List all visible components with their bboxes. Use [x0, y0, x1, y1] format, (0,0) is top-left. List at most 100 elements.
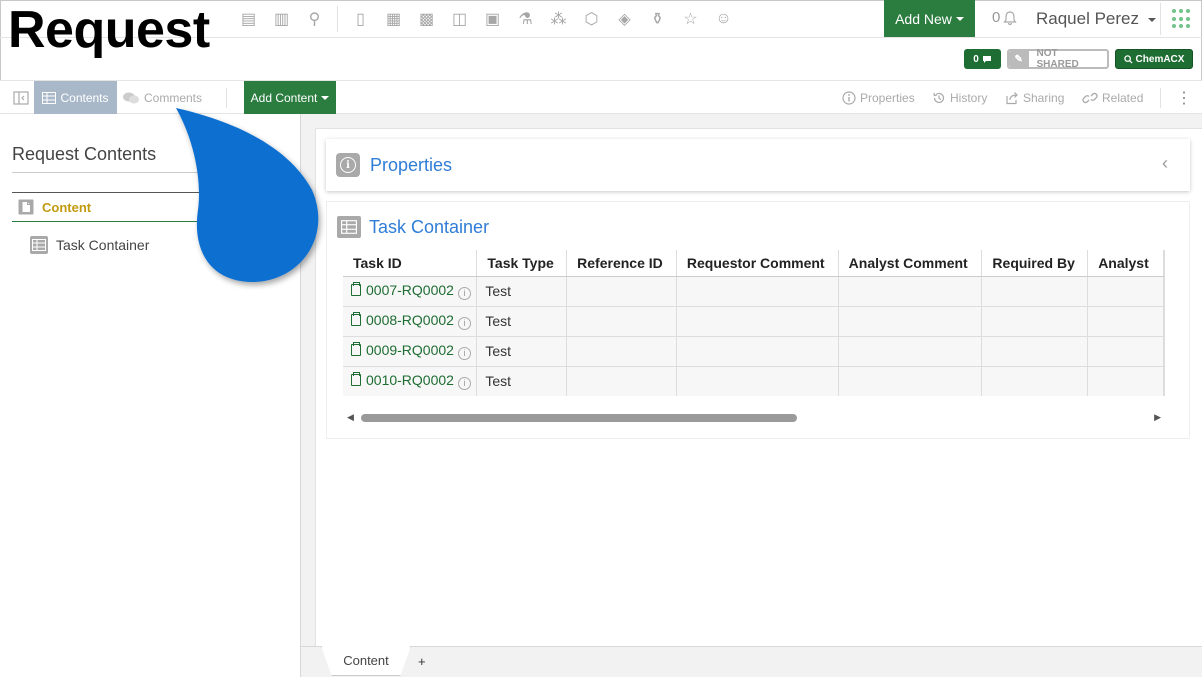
info-icon: i: [336, 153, 360, 177]
properties-link[interactable]: Properties: [842, 81, 915, 114]
request-icon[interactable]: ▣: [476, 6, 509, 32]
hexagon-icon[interactable]: ⬡: [575, 6, 608, 32]
related-link[interactable]: Related: [1082, 81, 1143, 114]
add-new-button[interactable]: Add New: [884, 0, 975, 37]
task-id-cell[interactable]: 0010-RQ0002 i: [343, 366, 478, 396]
apps-grid-icon[interactable]: [1172, 9, 1192, 29]
toggle-panel-button[interactable]: [10, 81, 32, 114]
task-id-link[interactable]: 0009-RQ0002: [366, 342, 454, 358]
notification-count: 0: [992, 9, 1001, 26]
column-header[interactable]: Required By: [981, 250, 1089, 277]
info-icon[interactable]: i: [457, 376, 471, 390]
table-row[interactable]: 0007-RQ0002 i Test: [343, 276, 1164, 307]
column-header[interactable]: Requestor Comment: [676, 250, 839, 277]
user-name: Raquel Perez: [1036, 9, 1140, 28]
tree-item-label: Content: [42, 199, 92, 215]
chart-icon[interactable]: ▥: [265, 6, 298, 32]
caret-down-icon: [321, 95, 330, 100]
reference-id-cell: [566, 276, 677, 307]
requestor-comment-cell: [676, 306, 839, 337]
task-id-link[interactable]: 0008-RQ0002: [366, 312, 454, 328]
tree-item-task-container[interactable]: Task Container: [30, 236, 149, 254]
search-icon[interactable]: ⚲: [298, 6, 331, 32]
bell-icon: [1003, 10, 1018, 25]
table-header-row: Task ID Task Type Reference ID Requestor…: [343, 250, 1164, 277]
scrollbar-thumb[interactable]: [361, 414, 797, 422]
related-label: Related: [1102, 90, 1144, 105]
table-icon: [42, 91, 57, 104]
column-header[interactable]: Analyst: [1087, 250, 1164, 277]
comments-icon: [123, 92, 139, 103]
info-icon[interactable]: i: [457, 316, 471, 330]
notifications[interactable]: 0: [992, 9, 1018, 26]
users-icon[interactable]: ☺: [707, 6, 740, 32]
history-link[interactable]: History: [932, 81, 987, 114]
molecule-icon[interactable]: ⁂: [542, 6, 575, 32]
calendar-icon[interactable]: ▩: [410, 6, 443, 32]
task-table-viewport[interactable]: Task ID Task Type Reference ID Requestor…: [343, 250, 1165, 396]
star-icon[interactable]: ☆: [674, 6, 707, 32]
tab-content[interactable]: Content: [321, 646, 411, 676]
toolbar-icons: ▤ ▥ ⚲ ▯ ▦ ▩ ◫ ▣ ⚗ ⁂ ⬡ ◈ ⚱ ☆ ☺: [232, 6, 740, 32]
chemacx-button[interactable]: ChemACX: [1115, 49, 1193, 69]
table-row[interactable]: 0010-RQ0002 i Test: [343, 366, 1164, 396]
tab-contents[interactable]: Contents: [34, 81, 117, 114]
comments-count: 0: [973, 53, 979, 65]
add-new-label: Add New: [895, 10, 952, 27]
tree-item-content[interactable]: Content: [12, 192, 288, 222]
properties-section[interactable]: i Properties ‹: [326, 139, 1190, 191]
table-icon: [337, 216, 361, 238]
add-tab-button[interactable]: +: [418, 654, 426, 669]
task-id-cell[interactable]: 0009-RQ0002 i: [343, 336, 478, 367]
chevron-left-icon[interactable]: ‹: [1162, 153, 1168, 174]
user-menu[interactable]: Raquel Perez: [1036, 9, 1156, 29]
notebook-icon[interactable]: ▯: [344, 6, 377, 32]
table-row[interactable]: 0009-RQ0002 i Test: [343, 336, 1164, 367]
analyst-cell: [1087, 366, 1164, 396]
column-header[interactable]: Task ID: [343, 250, 478, 277]
task-id-cell[interactable]: 0007-RQ0002 i: [343, 276, 478, 307]
clipboard-icon: [351, 372, 361, 387]
document-icon: [18, 199, 34, 215]
sharing-link[interactable]: Sharing: [1005, 81, 1064, 114]
clipboard-icon: [351, 342, 361, 357]
analyst-comment-cell: [838, 366, 983, 396]
add-content-button[interactable]: Add Content: [244, 81, 336, 114]
properties-title: Properties: [370, 154, 453, 175]
requestor-comment-cell: [676, 366, 839, 396]
task-id-link[interactable]: 0007-RQ0002: [366, 282, 454, 298]
scroll-right-icon[interactable]: ▶: [1154, 412, 1161, 423]
table-row[interactable]: 0008-RQ0002 i Test: [343, 306, 1164, 337]
info-icon[interactable]: i: [457, 346, 471, 360]
required-by-cell: [981, 276, 1089, 307]
history-icon: [933, 92, 945, 103]
task-id-cell[interactable]: 0008-RQ0002 i: [343, 306, 478, 337]
clipboard-icon[interactable]: ▦: [377, 6, 410, 32]
more-options-icon[interactable]: ⋮: [1176, 81, 1192, 114]
comments-count-badge[interactable]: 0: [964, 49, 1001, 69]
requestor-comment-cell: [676, 276, 839, 307]
column-header[interactable]: Reference ID: [566, 250, 677, 277]
toolbar-divider: [337, 6, 338, 32]
task-id-link[interactable]: 0010-RQ0002: [366, 372, 454, 388]
tab-comments[interactable]: Comments: [122, 81, 202, 114]
scroll-left-icon[interactable]: ◀: [347, 412, 354, 423]
task-table: Task ID Task Type Reference ID Requestor…: [343, 250, 1164, 396]
info-icon[interactable]: i: [457, 286, 471, 300]
dashboard-icon[interactable]: ▤: [232, 6, 265, 32]
horizontal-scrollbar[interactable]: ◀ ▶: [343, 412, 1165, 424]
column-header[interactable]: Analyst Comment: [838, 250, 983, 277]
required-by-cell: [981, 306, 1089, 337]
presentation-icon[interactable]: ◫: [443, 6, 476, 32]
analyst-cell: [1087, 306, 1164, 337]
chemacx-label: ChemACX: [1135, 53, 1185, 65]
content-canvas: i Properties ‹ Task Container Task ID Ta…: [315, 128, 1202, 647]
cube-icon[interactable]: ◈: [608, 6, 641, 32]
analyst-comment-cell: [838, 306, 983, 337]
reference-id-cell: [566, 336, 677, 367]
column-header[interactable]: Task Type: [476, 250, 568, 277]
pencil-icon: ✎: [1009, 51, 1029, 67]
not-shared-badge[interactable]: ✎ NOT SHARED: [1007, 48, 1109, 70]
beaker-icon[interactable]: ⚱: [641, 6, 674, 32]
flask-rack-icon[interactable]: ⚗: [509, 6, 542, 32]
